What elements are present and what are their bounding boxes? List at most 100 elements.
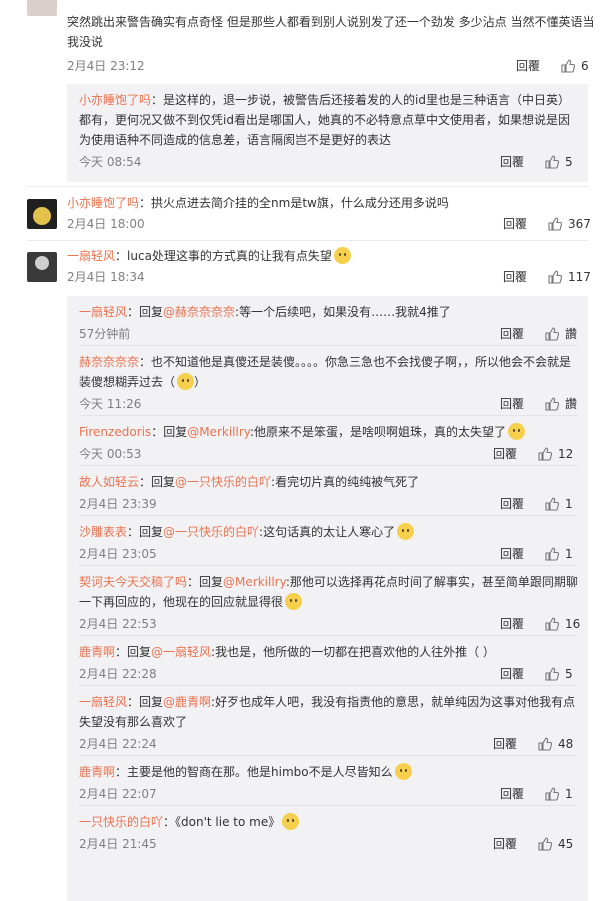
like-button[interactable]: 1	[545, 783, 573, 805]
username-link[interactable]: 鹿青啊	[79, 765, 115, 779]
like-count: 12	[558, 447, 574, 461]
reply-meta: 2月4日 21:45 回覆 45	[79, 833, 578, 855]
timestamp: 2月4日 22:28	[79, 667, 157, 681]
like-count: 5	[565, 667, 573, 681]
thumbs-up-icon	[545, 547, 559, 561]
comment-page: 突然跳出来警告确实有点奇怪 但是那些人都看到别人说别发了还一个劲发 多少沾点 当…	[0, 0, 608, 901]
thumbs-up-icon	[545, 787, 559, 801]
mention-link[interactable]: @一只快乐的白吖	[175, 475, 271, 489]
reply-button[interactable]: 回覆	[500, 393, 524, 415]
thumbs-up-icon	[545, 397, 559, 411]
like-count: 16	[565, 617, 581, 631]
like-button[interactable]: 48	[538, 733, 573, 755]
like-button[interactable]: 1	[545, 493, 573, 515]
like-button[interactable]: 5	[545, 663, 573, 685]
mention-link[interactable]: @Merkillry	[223, 575, 286, 589]
separator: ：	[139, 196, 152, 210]
timestamp: 2月4日 22:24	[79, 737, 157, 751]
mention-link[interactable]: @赫奈奈奈奈	[163, 305, 235, 319]
username-link[interactable]: 契诃夫今天交稿了吗	[79, 575, 187, 589]
reply-button[interactable]: 回覆	[493, 733, 517, 755]
comment-item: 小亦睡饱了吗：拱火点进去简介挂的全nm是tw旗，什么成分还用多说吗 2月4日 1…	[0, 193, 608, 235]
mention-link[interactable]: @一扇轻风	[151, 645, 211, 659]
username-link[interactable]: 一扇轻风	[67, 249, 115, 263]
reply-text: 一扇轻风：回复@赫奈奈奈奈:等一个后续吧，如果没有……我就4推了	[79, 296, 578, 322]
reply-text: 契诃夫今天交稿了吗：回复@Merkillry:那他可以选择再花点时间了解事实，甚…	[79, 566, 578, 612]
like-button[interactable]: 117	[548, 266, 591, 288]
reply-button[interactable]: 回覆	[500, 783, 524, 805]
username-link[interactable]: 鹿青啊	[79, 645, 115, 659]
reply-meta: 今天 00:53 回覆 12	[79, 443, 578, 465]
reply-meta: 2月4日 22:53 回覆 16	[79, 613, 580, 635]
reply-text: 赫奈奈奈奈：也不知道他是真傻还是装傻。。。。你急三急也不会找傻子啊，，所以他会不…	[79, 346, 578, 392]
reply-content: :等一个后续吧，如果没有……我就4推了	[235, 305, 451, 319]
like-count: 117	[568, 270, 591, 284]
emoji-icon	[333, 247, 351, 264]
reply-content-end: ）	[194, 375, 207, 389]
reply-meta: 57分钟前 回覆 讚	[79, 323, 578, 345]
thumbs-up-icon	[538, 837, 552, 851]
username-link[interactable]: 赫奈奈奈奈	[79, 355, 139, 369]
reply-prefix: ：	[115, 765, 128, 779]
username-link[interactable]: 一扇轻风	[79, 305, 127, 319]
mention-link[interactable]: @一只快乐的白吖	[163, 525, 259, 539]
mention-link[interactable]: @Merkillry	[187, 425, 250, 439]
list-item: 赫奈奈奈奈：也不知道他是真傻还是装傻。。。。你急三急也不会找傻子啊，，所以他会不…	[67, 346, 588, 416]
reply-button[interactable]: 回覆	[500, 323, 524, 345]
like-count: 1	[565, 787, 573, 801]
divider	[27, 240, 588, 241]
like-button[interactable]: 5	[545, 151, 573, 173]
emoji-icon	[177, 373, 195, 390]
timestamp: 57分钟前	[79, 327, 131, 341]
like-button[interactable]: 讚	[545, 323, 577, 345]
reply-prefix: ：	[163, 815, 176, 829]
comment-meta: 2月4日 18:00 回覆 367	[67, 213, 598, 235]
like-button[interactable]: 1	[545, 543, 573, 565]
like-count: 6	[581, 59, 589, 73]
list-item: 沙雕表表：回复@一只快乐的白吖:这句话真的太让人寒心了 2月4日 23:05 回…	[67, 516, 588, 566]
reply-text: 一扇轻风：回复@鹿青啊:好歹也成年人吧，我没有指责他的意思，就单纯因为这事对他我…	[79, 686, 578, 732]
like-button[interactable]: 12	[538, 443, 573, 465]
reply-content: 主要是他的智商在那。他是himbo不是人尽皆知么	[127, 765, 393, 779]
like-button[interactable]: 讚	[545, 393, 577, 415]
reply-button[interactable]: 回覆	[500, 663, 524, 685]
reply-content: :我也是，他所做的一切都在把喜欢他的人往外推（ ）	[211, 645, 495, 659]
reply-button[interactable]: 回覆	[500, 543, 524, 565]
mention-link[interactable]: @鹿青啊	[163, 695, 211, 709]
reply-prefix: ：	[139, 355, 152, 369]
reply-button[interactable]: 回覆	[500, 151, 524, 173]
thumbs-up-icon	[548, 270, 562, 284]
reply-text: 小亦睡饱了吗：是这样的，退一步说，被警告后还接着发的人的id里也是三种语言（中日…	[79, 84, 578, 150]
username-link[interactable]: 沙雕表表	[79, 525, 127, 539]
reply-prefix: ：回复	[127, 695, 164, 709]
reply-button[interactable]: 回覆	[493, 833, 517, 855]
reply-button[interactable]: 回覆	[500, 613, 524, 635]
emoji-icon	[282, 813, 300, 830]
comment-text: 小亦睡饱了吗：拱火点进去简介挂的全nm是tw旗，什么成分还用多说吗	[67, 193, 598, 213]
username-link[interactable]: 故人如轻云	[79, 475, 139, 489]
list-item: 一扇轻风：回复@赫奈奈奈奈:等一个后续吧，如果没有……我就4推了 57分钟前 回…	[67, 296, 588, 346]
like-button[interactable]: 6	[561, 55, 589, 77]
reply-content: 《don't lie to me》	[175, 815, 281, 829]
username-link[interactable]: 小亦睡饱了吗	[79, 93, 151, 107]
reply-button[interactable]: 回覆	[493, 443, 517, 465]
reply-button[interactable]: 回覆	[503, 213, 527, 235]
timestamp: 2月4日 18:34	[67, 270, 145, 284]
reply-button[interactable]: 回覆	[516, 55, 540, 77]
like-button[interactable]: 45	[538, 833, 573, 855]
reply-text: 故人如轻云：回复@一只快乐的白吖:看完切片真的纯纯被气死了	[79, 466, 578, 492]
like-button[interactable]: 16	[545, 613, 580, 635]
like-button[interactable]: 367	[548, 213, 591, 235]
username-link[interactable]: Firenzedoris	[79, 425, 151, 439]
separator: ：	[115, 249, 128, 263]
username-link[interactable]: 一只快乐的白吖	[79, 815, 163, 829]
divider	[27, 186, 588, 187]
username-link[interactable]: 小亦睡饱了吗	[67, 196, 139, 210]
list-item: 一只快乐的白吖：《don't lie to me》 2月4日 21:45 回覆 …	[67, 806, 588, 855]
username-link[interactable]: 一扇轻风	[79, 695, 127, 709]
reply-button[interactable]: 回覆	[503, 266, 527, 288]
reply-button[interactable]: 回覆	[500, 493, 524, 515]
reply-content: :看完切片真的纯纯被气死了	[271, 475, 420, 489]
thumbs-up-icon	[545, 617, 559, 631]
timestamp: 今天 11:26	[79, 397, 142, 411]
